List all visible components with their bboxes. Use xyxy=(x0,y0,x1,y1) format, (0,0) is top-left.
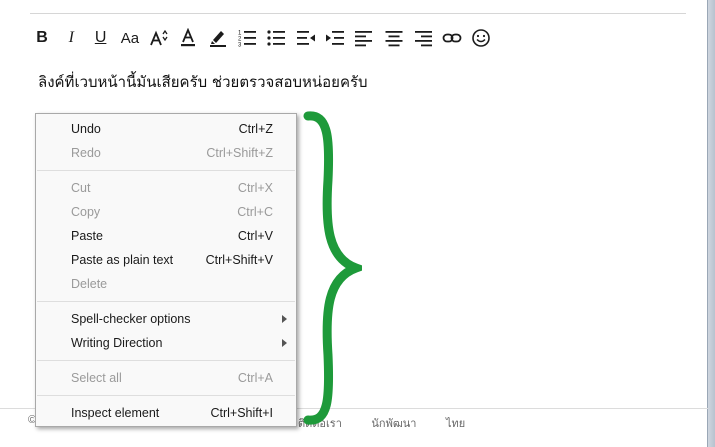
menu-item-undo[interactable]: Undo Ctrl+Z xyxy=(37,118,295,140)
font-icon: Aa xyxy=(120,29,140,47)
align-right-button[interactable] xyxy=(411,26,435,50)
message-text[interactable]: ลิงค์ที่เวบหน้านี้มันเสียครับ ช่วยตรวจสอ… xyxy=(38,70,368,94)
menu-separator xyxy=(37,395,295,396)
numbered-list-button[interactable]: 1 2 3 xyxy=(235,26,259,50)
align-center-button[interactable] xyxy=(382,26,406,50)
menu-item-select-all[interactable]: Select all Ctrl+A xyxy=(37,367,295,389)
highlight-button[interactable] xyxy=(206,26,230,50)
underline-icon: U xyxy=(94,29,107,46)
align-left-button[interactable] xyxy=(352,26,376,50)
underline-button[interactable]: U xyxy=(89,26,113,50)
submenu-arrow-icon xyxy=(282,339,287,347)
menu-item-inspect-element[interactable]: Inspect element Ctrl+Shift+I xyxy=(37,402,295,424)
menu-separator xyxy=(37,301,295,302)
submenu-arrow-icon xyxy=(282,315,287,323)
menu-item-delete[interactable]: Delete xyxy=(37,273,295,295)
font-size-button[interactable] xyxy=(147,26,171,50)
menu-separator xyxy=(37,170,295,171)
top-divider xyxy=(30,13,686,14)
align-left-icon xyxy=(355,31,373,47)
font-size-icon xyxy=(150,29,168,46)
editor-toolbar: B I U Aa 1 2 3 xyxy=(30,26,499,50)
window-frame-right xyxy=(707,0,715,447)
bulleted-list-icon xyxy=(267,30,286,46)
italic-button[interactable]: I xyxy=(59,26,83,50)
highlighter-icon xyxy=(209,31,226,47)
italic-icon: I xyxy=(68,29,74,46)
outdent-icon xyxy=(296,31,315,45)
align-right-icon xyxy=(414,31,432,47)
footer-link-language[interactable]: ไทย xyxy=(446,417,465,430)
menu-item-redo[interactable]: Redo Ctrl+Shift+Z xyxy=(37,142,295,164)
menu-item-spell-checker[interactable]: Spell-checker options xyxy=(37,308,295,330)
indent-button[interactable] xyxy=(323,26,347,50)
menu-item-cut[interactable]: Cut Ctrl+X xyxy=(37,177,295,199)
emoji-button[interactable] xyxy=(469,26,493,50)
menu-separator xyxy=(37,360,295,361)
menu-item-copy[interactable]: Copy Ctrl+C xyxy=(37,201,295,223)
smiley-icon xyxy=(472,29,491,47)
green-brace-annotation xyxy=(303,111,362,425)
outdent-button[interactable] xyxy=(294,26,318,50)
link-icon xyxy=(442,33,462,43)
indent-icon xyxy=(325,31,344,45)
footer-link-developers[interactable]: นักพัฒนา xyxy=(371,417,416,430)
bold-icon: B xyxy=(36,29,48,46)
font-button[interactable]: Aa xyxy=(118,26,142,50)
svg-text:3: 3 xyxy=(238,43,242,49)
text-color-icon xyxy=(181,28,196,47)
menu-item-writing-direction[interactable]: Writing Direction xyxy=(37,332,295,354)
bulleted-list-button[interactable] xyxy=(264,26,288,50)
context-menu: Undo Ctrl+Z Redo Ctrl+Shift+Z Cut Ctrl+X… xyxy=(35,113,297,427)
insert-link-button[interactable] xyxy=(440,26,464,50)
text-color-button[interactable] xyxy=(176,26,200,50)
numbered-list-icon: 1 2 3 xyxy=(238,31,257,49)
menu-item-paste-plain-text[interactable]: Paste as plain text Ctrl+Shift+V xyxy=(37,249,295,271)
bold-button[interactable]: B xyxy=(30,26,54,50)
menu-item-paste[interactable]: Paste Ctrl+V xyxy=(37,225,295,247)
align-center-icon xyxy=(385,31,403,47)
